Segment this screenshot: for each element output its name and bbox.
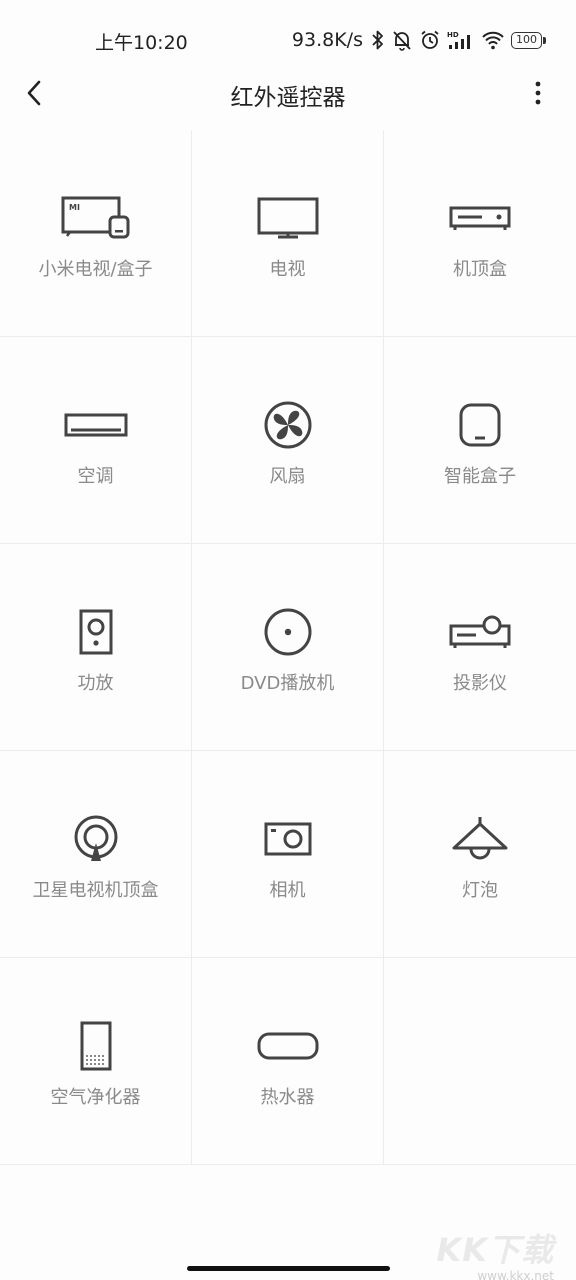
amplifier-icon [0,606,191,658]
mi-tv-box-icon: MI [0,192,191,244]
status-icons: 93.8K/s HD 100 [292,26,546,54]
device-label: 小米电视/盒子 [38,259,153,280]
wifi-icon [481,29,505,51]
device-tile-mi-tv-box[interactable]: MI 小米电视/盒子 [0,130,192,337]
smart-box-icon [384,399,576,451]
device-tile-smart-box[interactable]: 智能盒子 [384,337,576,544]
device-tile-tv[interactable]: 电视 [192,130,384,337]
device-label: 相机 [269,880,306,901]
device-tile-light-bulb[interactable]: 灯泡 [384,751,576,958]
device-tile-satellite-box[interactable]: 卫星电视机顶盒 [0,751,192,958]
device-grid: MI 小米电视/盒子 电视 机顶盒 空调 风扇 智能盒子 功放 DVD播放机 投… [0,130,576,1165]
projector-icon [384,606,576,658]
hd-signal-icon: HD [447,29,475,51]
status-time: 上午10:20 [95,32,188,54]
light-bulb-icon [384,813,576,865]
svg-text:HD: HD [447,31,459,39]
device-label: 空气净化器 [50,1087,141,1108]
title-bar: 红外遥控器 [0,62,576,124]
device-tile-air-conditioner[interactable]: 空调 [0,337,192,544]
device-tile-camera[interactable]: 相机 [192,751,384,958]
device-label: 智能盒子 [444,466,516,487]
dvd-player-icon [192,606,383,658]
device-tile-water-heater[interactable]: 热水器 [192,958,384,1165]
watermark-logo: KK下载 [436,1231,554,1269]
air-purifier-icon [0,1020,191,1072]
device-label: 风扇 [269,466,306,487]
back-arrow-icon [27,80,41,106]
device-label: 机顶盒 [453,259,507,280]
device-tile-set-top-box[interactable]: 机顶盒 [384,130,576,337]
device-tile-fan[interactable]: 风扇 [192,337,384,544]
device-label: 功放 [77,673,114,694]
satellite-box-icon [0,813,191,865]
camera-icon [192,813,383,865]
alarm-icon [419,29,441,51]
device-label: 卫星电视机顶盒 [32,880,159,901]
water-heater-icon [192,1020,383,1072]
tv-icon [192,192,383,244]
device-label: 投影仪 [453,673,507,694]
device-label: DVD播放机 [240,673,335,694]
watermark: KK下载 www.kkx.net [436,1225,554,1280]
fan-icon [192,399,383,451]
mute-bell-icon [391,29,413,51]
device-label: 灯泡 [462,880,498,901]
device-label: 热水器 [260,1087,315,1108]
device-label: 空调 [77,466,114,487]
home-indicator[interactable] [187,1266,390,1271]
back-button[interactable] [20,76,48,110]
device-tile-dvd-player[interactable]: DVD播放机 [192,544,384,751]
device-label: 电视 [269,259,306,280]
air-conditioner-icon [0,399,191,451]
device-tile-amplifier[interactable]: 功放 [0,544,192,751]
battery-level: 100 [511,31,542,49]
set-top-box-icon [384,192,576,244]
empty-tile [384,958,576,1165]
bluetooth-icon [371,29,385,51]
battery-icon: 100 [511,31,546,49]
network-speed: 93.8K/s [291,29,363,51]
page-title: 红外遥控器 [230,85,346,111]
more-options-button[interactable] [522,76,554,110]
device-tile-air-purifier[interactable]: 空气净化器 [0,958,192,1165]
device-tile-projector[interactable]: 投影仪 [384,544,576,751]
more-vertical-icon [535,81,541,105]
svg-text:MI: MI [69,203,80,212]
